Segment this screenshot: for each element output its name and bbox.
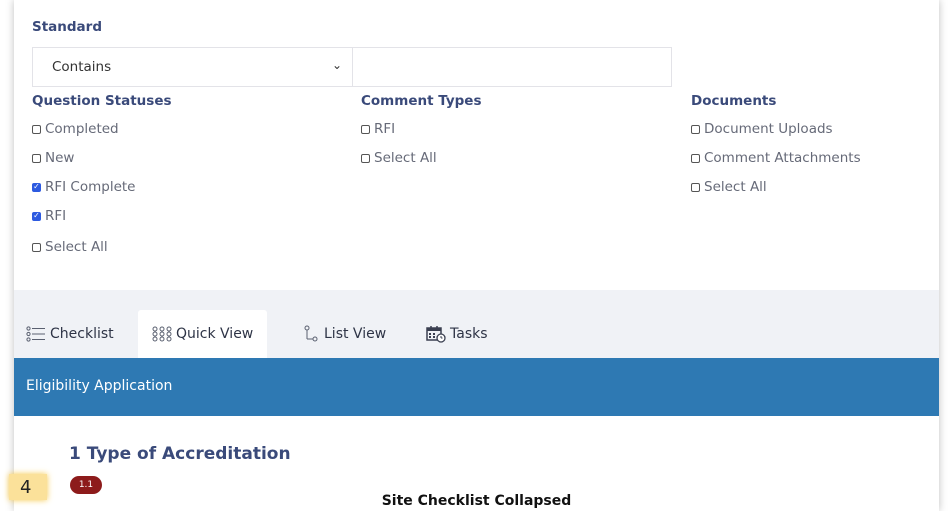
tab-label: List View xyxy=(324,326,387,342)
tree-list-icon xyxy=(304,325,318,342)
checkbox-label: RFI xyxy=(45,208,67,224)
checkbox-icon[interactable] xyxy=(32,124,41,134)
checkbox-icon[interactable] xyxy=(361,153,370,163)
tab-checklist[interactable]: Checklist xyxy=(26,310,114,358)
checklist-icon xyxy=(26,326,45,342)
checkbox-comment-attachments[interactable]: Comment Attachments xyxy=(691,150,861,166)
checkbox-label: Comment Attachments xyxy=(704,150,861,166)
checkbox-label: RFI xyxy=(374,121,396,137)
tab-quick-view[interactable]: Quick View xyxy=(138,310,268,358)
standard-search-input[interactable] xyxy=(352,47,672,87)
question-statuses-label: Question Statuses xyxy=(32,93,172,109)
match-type-value: Contains xyxy=(52,59,112,75)
tab-label: Checklist xyxy=(50,326,114,342)
checkbox-icon[interactable] xyxy=(691,124,700,134)
figure-caption: Site Checklist Collapsed xyxy=(381,493,572,509)
chevron-down-icon: ⌄ xyxy=(331,58,342,72)
question-pill-badge[interactable]: 1.1 xyxy=(70,476,102,494)
checkbox-completed[interactable]: Completed xyxy=(32,121,119,137)
checkbox-comment-rfi[interactable]: RFI xyxy=(361,121,395,137)
standard-label: Standard xyxy=(32,19,102,35)
checkbox-label: RFI Complete xyxy=(45,179,136,195)
checkbox-label: Completed xyxy=(45,121,119,137)
checkbox-document-uploads[interactable]: Document Uploads xyxy=(691,121,833,137)
tab-label: Tasks xyxy=(450,326,488,342)
documents-label: Documents xyxy=(691,93,777,109)
view-tab-bar: Checklist Quick View List View Tasks xyxy=(14,290,939,358)
checkbox-icon[interactable] xyxy=(361,124,370,134)
checkbox-label: New xyxy=(45,150,75,166)
checkbox-icon[interactable] xyxy=(32,153,41,163)
checkbox-select-all-statuses[interactable]: Select All xyxy=(32,239,108,255)
checkbox-icon[interactable] xyxy=(691,182,700,192)
checkbox-rfi-complete[interactable]: RFI Complete xyxy=(32,179,135,195)
checkbox-checked-icon[interactable] xyxy=(32,182,41,192)
tab-tasks[interactable]: Tasks xyxy=(426,310,488,358)
calendar-clock-icon xyxy=(426,326,446,343)
filters-section: Standard Contains ⌄ Question Statuses Co… xyxy=(14,0,939,290)
comment-types-label: Comment Types xyxy=(361,93,482,109)
grid-dots-icon xyxy=(152,326,172,342)
checkbox-label: Select All xyxy=(704,179,767,195)
match-type-select[interactable]: Contains ⌄ xyxy=(32,47,353,87)
application-title: Eligibility Application xyxy=(26,378,173,394)
checkbox-rfi[interactable]: RFI xyxy=(32,208,66,224)
checkbox-label: Document Uploads xyxy=(704,121,833,137)
checkbox-checked-icon[interactable] xyxy=(32,211,41,221)
checkbox-icon[interactable] xyxy=(691,153,700,163)
checkbox-label: Select All xyxy=(45,239,108,255)
checkbox-label: Select All xyxy=(374,150,437,166)
tab-label: Quick View xyxy=(176,326,254,342)
section-title: 1 Type of Accreditation xyxy=(69,444,291,464)
checkbox-select-all-documents[interactable]: Select All xyxy=(691,179,767,195)
checkbox-new[interactable]: New xyxy=(32,150,74,166)
tab-list-view[interactable]: List View xyxy=(304,310,386,358)
application-header: Eligibility Application xyxy=(14,358,939,416)
checkbox-select-all-comments[interactable]: Select All xyxy=(361,150,437,166)
filter-panel-card: Standard Contains ⌄ Question Statuses Co… xyxy=(9,0,939,511)
checkbox-icon[interactable] xyxy=(32,242,41,252)
